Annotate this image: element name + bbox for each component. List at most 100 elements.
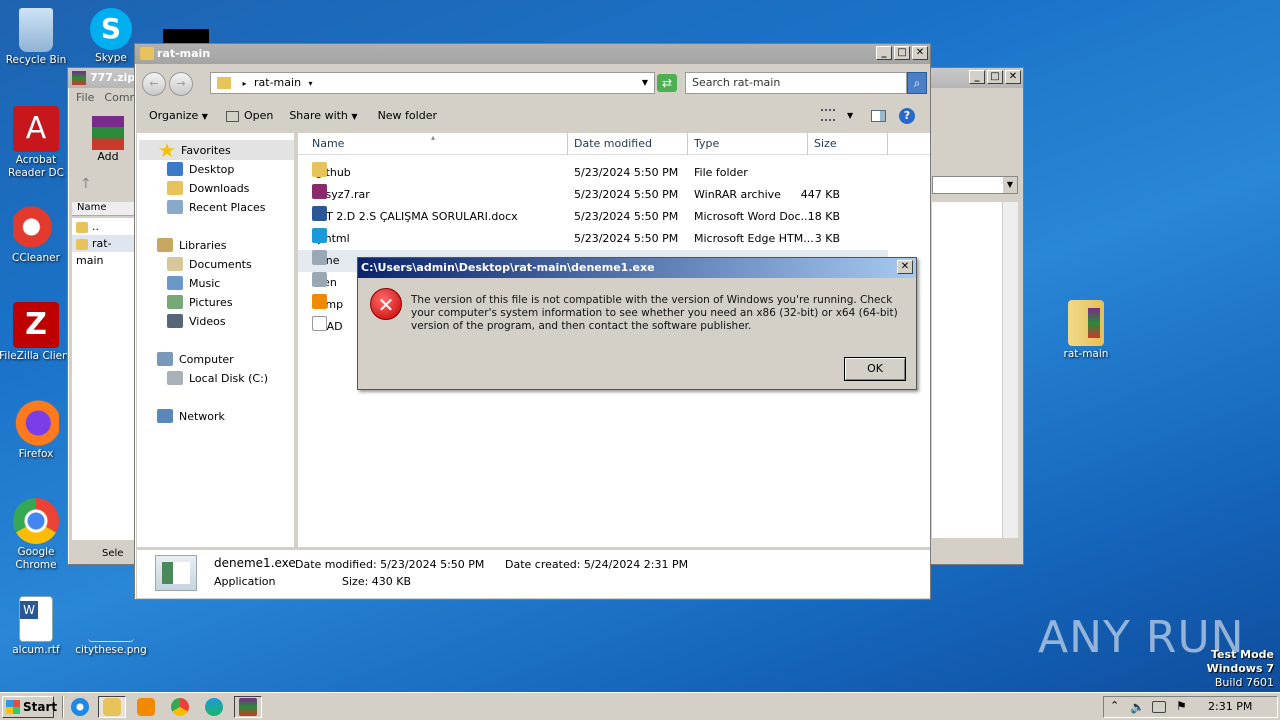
details-date-created: Date created: 5/24/2024 2:31 PM (505, 558, 689, 571)
computer-icon (157, 352, 173, 366)
desktop-icon-chrome[interactable]: Google Chrome (0, 498, 75, 572)
winrar-path-combobox[interactable]: ▼ (932, 176, 1018, 194)
winrar-icon (312, 184, 327, 199)
file-date-cell: 5/23/2024 5:50 PM (574, 188, 679, 201)
acrobat-icon: A (13, 106, 59, 152)
nav-desktop[interactable]: Desktop (167, 162, 234, 176)
nav-favorites[interactable]: Favorites (159, 143, 231, 157)
error-dialog[interactable]: C:\Users\admin\Desktop\rat-main\deneme1.… (357, 257, 917, 390)
pictures-icon (167, 295, 183, 309)
maximize-button[interactable]: □ (987, 70, 1003, 84)
up-arrow-icon[interactable]: ↑ (80, 176, 92, 192)
volume-icon[interactable]: 🔈 (1130, 700, 1145, 714)
file-type-cell: Microsoft Edge HTM... (694, 232, 814, 245)
address-dropdown-icon[interactable]: ▼ (642, 73, 648, 93)
column-header-name[interactable]: Name ▴ (306, 133, 568, 155)
new-folder-button[interactable]: New folder (378, 103, 437, 129)
table-row[interactable]: cj.html 5/23/2024 5:50 PM Microsoft Edge H… (298, 228, 888, 250)
file-size-cell: 447 KB (800, 188, 840, 201)
error-dialog-titlebar[interactable]: C:\Users\admin\Desktop\rat-main\deneme1.… (358, 258, 916, 278)
explorer-titlebar[interactable]: rat-main _ □ ✕ (135, 44, 930, 64)
clock[interactable]: 2:31 PM (1208, 700, 1252, 713)
view-options-icon[interactable] (821, 109, 835, 121)
search-input[interactable]: Search rat-main (685, 72, 907, 94)
taskbar-media-player[interactable] (132, 696, 160, 718)
recycle-bin-icon (19, 8, 53, 52)
nav-libraries[interactable]: Libraries (157, 238, 227, 252)
taskbar-chrome[interactable] (166, 696, 194, 718)
forward-button[interactable]: → (169, 72, 193, 96)
nav-local-disk[interactable]: Local Disk (C:) (167, 371, 268, 385)
vertical-scrollbar[interactable] (1002, 202, 1018, 538)
preview-pane-icon[interactable] (871, 110, 886, 122)
search-icon[interactable]: ⌕ (907, 72, 927, 94)
winrar-name-column[interactable]: Name (72, 202, 136, 216)
table-row[interactable]: .github 5/23/2024 5:50 PM File folder (298, 162, 888, 184)
breadcrumb[interactable]: rat-main (254, 76, 301, 89)
desktop-icon-acrobat[interactable]: A Acrobat Reader DC (0, 106, 75, 180)
desktop-icon-firefox[interactable]: Firefox (0, 400, 75, 461)
nav-recent-places[interactable]: Recent Places (167, 200, 266, 214)
nav-videos[interactable]: Videos (167, 314, 226, 328)
menu-file[interactable]: File (76, 88, 94, 108)
open-button[interactable]: Open (225, 103, 273, 129)
desktop-icon-filezilla[interactable]: Z FileZilla Client (0, 302, 75, 363)
file-date-cell: 5/23/2024 5:50 PM (574, 232, 679, 245)
share-with-button[interactable]: Share with ▼ (289, 103, 357, 130)
chevron-down-icon[interactable]: ▾ (309, 79, 313, 88)
organize-button[interactable]: Organize ▼ (149, 103, 208, 130)
start-button[interactable]: Start (2, 696, 57, 718)
desktop-icon-ccleaner[interactable]: CCleaner (0, 204, 75, 265)
desktop-icon-alcum-rtf[interactable]: W alcum.rtf (0, 596, 75, 657)
image-file-icon (88, 596, 134, 642)
column-header-type[interactable]: Type (688, 133, 808, 155)
network-tray-icon[interactable] (1152, 701, 1166, 713)
refresh-icon[interactable]: ⇄ (657, 74, 677, 92)
close-button[interactable]: ✕ (1005, 70, 1021, 84)
desktop-icon-rat-main[interactable]: rat-main (1047, 300, 1125, 361)
nav-music[interactable]: Music (167, 276, 220, 290)
ok-button[interactable]: OK (844, 357, 906, 381)
show-hidden-icons-icon[interactable]: ⌃ (1110, 699, 1119, 712)
list-item[interactable]: .. (72, 218, 136, 235)
nav-documents[interactable]: Documents (167, 257, 252, 271)
table-row[interactable]: BTT 2.D 2.S ÇALIŞMA SORULARI.docx 5/23/20… (298, 206, 888, 228)
chevron-down-icon[interactable]: ▼ (1003, 177, 1017, 193)
minimize-button[interactable]: _ (969, 70, 985, 84)
file-name-cell: READ (312, 316, 343, 338)
breadcrumb-chevron-icon[interactable]: ▸ (243, 79, 247, 88)
folder-icon (103, 698, 121, 716)
list-item[interactable]: rat-main (72, 235, 136, 267)
exe-icon (312, 250, 327, 265)
nav-computer[interactable]: Computer (157, 352, 234, 366)
folder-icon (140, 47, 154, 60)
view-dropdown-icon[interactable]: ▼ (847, 103, 853, 129)
close-button[interactable]: ✕ (912, 46, 928, 60)
minimize-button[interactable]: _ (876, 46, 892, 60)
maximize-button[interactable]: □ (894, 46, 910, 60)
flag-icon[interactable]: ⚑ (1176, 699, 1187, 713)
nav-network[interactable]: Network (157, 409, 225, 423)
winrar-add-button[interactable]: Add (88, 116, 128, 163)
internet-explorer-icon (71, 698, 89, 716)
help-icon[interactable]: ? (899, 108, 915, 124)
back-button[interactable]: ← (142, 72, 166, 96)
taskbar-ie[interactable] (66, 696, 94, 718)
table-row[interactable]: 7xsyz7.rar 5/23/2024 5:50 PM WinRAR archiv… (298, 184, 888, 206)
column-header-date[interactable]: Date modified (568, 133, 688, 155)
close-button[interactable]: ✕ (897, 260, 913, 274)
error-icon: ✕ (370, 288, 402, 320)
taskbar-edge[interactable] (200, 696, 228, 718)
nav-pictures[interactable]: Pictures (167, 295, 233, 309)
taskbar-winrar[interactable] (234, 696, 262, 718)
nav-downloads[interactable]: Downloads (167, 181, 249, 195)
column-header-size[interactable]: Size (808, 133, 888, 155)
address-bar[interactable]: ▸ rat-main ▾ ▼ (210, 72, 655, 94)
winrar-statusbar: Sele (102, 548, 124, 559)
desktop-icon-recycle-bin[interactable]: Recycle Bin (0, 8, 75, 67)
details-pane: deneme1.exe Application Date modified: 5… (137, 550, 930, 598)
media-player-icon (137, 698, 155, 716)
desktop-icon-citythese-png[interactable]: citythese.png (72, 596, 150, 657)
file-name-cell: cj.html (312, 228, 350, 250)
taskbar-explorer[interactable] (98, 696, 126, 718)
